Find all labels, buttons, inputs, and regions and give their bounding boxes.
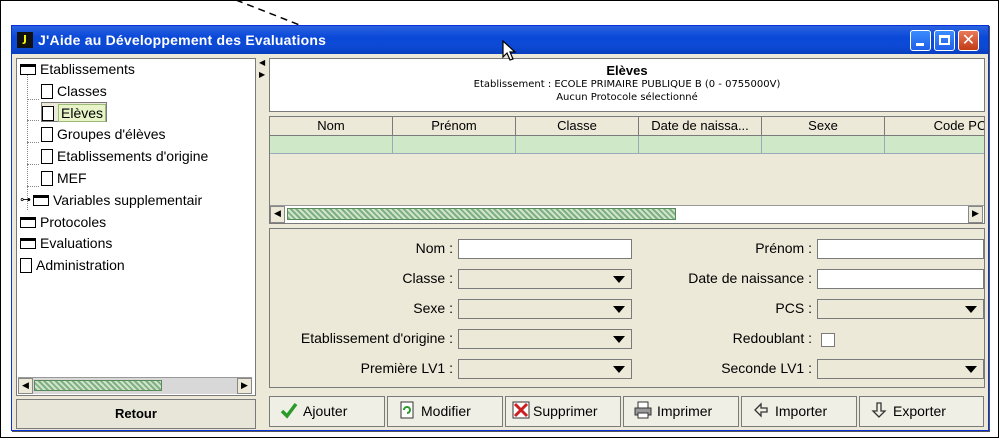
table-row[interactable] bbox=[270, 136, 984, 154]
export-icon bbox=[871, 402, 887, 419]
pcs-label: PCS : bbox=[775, 300, 812, 316]
edit-button[interactable]: Modifier bbox=[387, 396, 503, 427]
delete-document-icon bbox=[512, 401, 530, 419]
document-icon bbox=[41, 126, 53, 142]
etablissement-origine-label: Etablissement d'origine : bbox=[300, 330, 453, 346]
redoublant-checkbox[interactable] bbox=[821, 333, 835, 347]
title-bar[interactable]: J J'Aide au Développement des Evaluation… bbox=[12, 26, 988, 54]
maximize-button[interactable] bbox=[934, 30, 955, 51]
classe-label: Classe : bbox=[402, 270, 453, 286]
minimize-button[interactable] bbox=[910, 30, 931, 51]
panel-splitter[interactable]: ◀ ▶ bbox=[258, 58, 266, 428]
delete-button[interactable]: Supprimer bbox=[505, 396, 621, 427]
document-icon bbox=[42, 105, 54, 121]
application-window: J J'Aide au Développement des Evaluation… bbox=[11, 25, 989, 431]
document-icon bbox=[41, 148, 53, 164]
sexe-label: Sexe : bbox=[413, 300, 453, 316]
date-naissance-input[interactable] bbox=[817, 269, 984, 289]
tree-horizontal-scrollbar[interactable]: ◀ ▶ bbox=[18, 377, 252, 394]
print-button[interactable]: Imprimer bbox=[623, 396, 739, 427]
sidebar-item-classes[interactable]: Classes bbox=[41, 81, 107, 101]
column-header-code-pcs[interactable]: Code PCS bbox=[885, 117, 984, 136]
column-header-classe[interactable]: Classe bbox=[516, 117, 639, 136]
redoublant-label: Redoublant : bbox=[732, 330, 812, 346]
document-icon bbox=[41, 83, 53, 99]
chevron-down-icon bbox=[613, 276, 625, 283]
close-icon: ✕ bbox=[961, 30, 976, 49]
sidebar-item-protocoles[interactable]: Protocoles bbox=[20, 212, 106, 232]
column-header-prenom[interactable]: Prénom bbox=[393, 117, 516, 136]
chevron-down-icon bbox=[613, 336, 625, 343]
page-title: Elèves bbox=[606, 63, 648, 78]
prenom-input[interactable] bbox=[817, 239, 984, 259]
seconde-lv1-select[interactable] bbox=[817, 359, 984, 379]
date-naissance-label: Date de naissance : bbox=[688, 270, 812, 286]
etablissement-origine-select[interactable] bbox=[458, 329, 632, 349]
window-title: J'Aide au Développement des Evaluations bbox=[38, 32, 327, 48]
checkmark-icon bbox=[280, 403, 298, 419]
scroll-left-icon[interactable]: ◀ bbox=[270, 206, 285, 223]
chevron-down-icon bbox=[965, 366, 977, 373]
premiere-lv1-select[interactable] bbox=[458, 359, 632, 379]
sidebar-item-eleves[interactable]: Elèves bbox=[41, 102, 108, 122]
folder-icon bbox=[20, 216, 36, 228]
column-header-date-naissance[interactable]: Date de naissa... bbox=[639, 117, 762, 136]
action-toolbar: Ajouter Modifier Supprimer Imprimer Impo… bbox=[269, 396, 985, 428]
printer-icon bbox=[634, 401, 652, 419]
app-logo-icon: J bbox=[17, 32, 33, 48]
nom-input[interactable] bbox=[458, 239, 632, 259]
sexe-select[interactable] bbox=[458, 299, 632, 319]
sidebar-item-mef[interactable]: MEF bbox=[41, 168, 87, 188]
document-icon bbox=[41, 170, 53, 186]
premiere-lv1-label: Première LV1 : bbox=[360, 360, 453, 376]
export-button[interactable]: Exporter bbox=[859, 396, 984, 427]
minimize-icon bbox=[916, 43, 924, 46]
document-icon bbox=[20, 257, 32, 273]
expand-right-icon[interactable]: ▶ bbox=[259, 70, 265, 80]
sidebar-item-etablissements-origine[interactable]: Etablissements d'origine bbox=[41, 146, 208, 166]
seconde-lv1-label: Seconde LV1 : bbox=[721, 360, 812, 376]
classe-select[interactable] bbox=[458, 269, 632, 289]
establishment-text: Etablissement : ECOLE PRIMAIRE PUBLIQUE … bbox=[473, 79, 781, 90]
chevron-down-icon bbox=[965, 306, 977, 313]
scroll-thumb[interactable] bbox=[34, 380, 162, 391]
folder-icon bbox=[20, 237, 36, 249]
scroll-left-icon[interactable]: ◀ bbox=[18, 378, 33, 394]
protocol-text: Aucun Protocole sélectionné bbox=[556, 92, 698, 103]
column-header-sexe[interactable]: Sexe bbox=[762, 117, 885, 136]
close-button[interactable]: ✕ bbox=[958, 30, 979, 51]
nom-label: Nom : bbox=[415, 240, 453, 256]
scroll-right-icon[interactable]: ▶ bbox=[237, 378, 252, 394]
scroll-right-icon[interactable]: ▶ bbox=[968, 206, 983, 223]
folder-icon bbox=[33, 194, 49, 206]
sidebar-item-groupes[interactable]: Groupes d'élèves bbox=[41, 124, 166, 144]
column-header-nom[interactable]: Nom bbox=[270, 117, 393, 136]
student-form: Nom : Prénom : Classe : Date de naissanc… bbox=[269, 228, 985, 388]
page-header: Elèves Etablissement : ECOLE PRIMAIRE PU… bbox=[269, 58, 985, 112]
sidebar-item-variables[interactable]: ⊶ Variables supplementair bbox=[20, 190, 202, 210]
navigation-panel: Etablissements Classes Elèves Groupes d'… bbox=[16, 58, 256, 396]
mouse-cursor-icon bbox=[502, 40, 517, 61]
table-header: Nom Prénom Classe Date de naissa... Sexe… bbox=[270, 117, 984, 136]
folder-icon bbox=[20, 63, 36, 75]
import-icon bbox=[754, 402, 768, 418]
import-button[interactable]: Importer bbox=[741, 396, 857, 427]
prenom-label: Prénom : bbox=[755, 240, 812, 256]
maximize-icon bbox=[939, 35, 950, 45]
sidebar-item-administration[interactable]: Administration bbox=[20, 255, 125, 275]
students-table: Nom Prénom Classe Date de naissa... Sexe… bbox=[269, 116, 985, 224]
back-button[interactable]: Retour bbox=[16, 399, 256, 429]
chevron-down-icon bbox=[613, 306, 625, 313]
chevron-down-icon bbox=[613, 366, 625, 373]
collapse-left-icon[interactable]: ◀ bbox=[259, 58, 265, 68]
pcs-select[interactable] bbox=[817, 299, 984, 319]
edit-document-icon bbox=[400, 401, 414, 419]
key-icon[interactable]: ⊶ bbox=[20, 190, 31, 210]
table-horizontal-scrollbar[interactable]: ◀ ▶ bbox=[270, 205, 984, 223]
sidebar-item-evaluations[interactable]: Evaluations bbox=[20, 233, 112, 253]
scroll-thumb[interactable] bbox=[287, 208, 676, 220]
add-button[interactable]: Ajouter bbox=[269, 396, 385, 427]
navigation-tree: Etablissements Classes Elèves Groupes d'… bbox=[17, 59, 253, 379]
sidebar-item-etablissements[interactable]: Etablissements bbox=[20, 59, 135, 79]
